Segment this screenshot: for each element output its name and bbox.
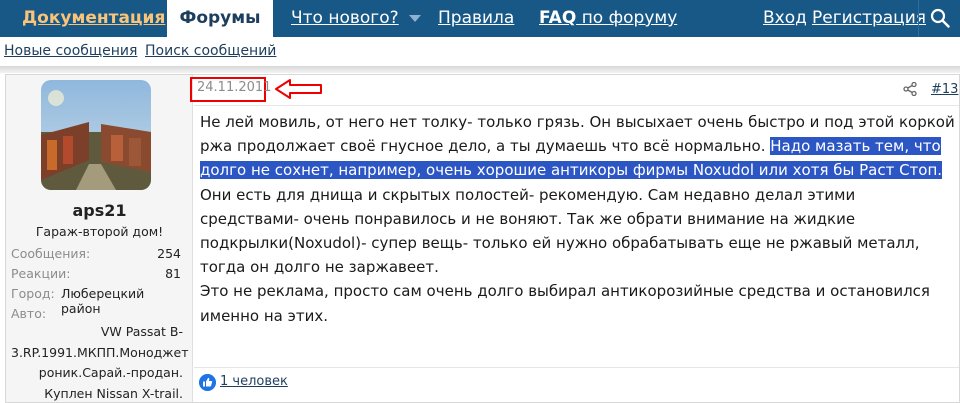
user-info-column: aps21 Гараж-второй дом! Сообщения: 254 Ре…: [6, 75, 193, 402]
stat-city: Город: Люберецкий район: [11, 286, 145, 316]
divider: [194, 105, 959, 106]
post-meta: 24.11.2011 #13: [190, 75, 959, 105]
reactions-link[interactable]: 1 человек: [220, 374, 288, 389]
search-icon[interactable]: [930, 8, 950, 28]
login-link[interactable]: Вход: [763, 0, 807, 37]
top-nav: Документация Форумы Что нового? Правила …: [0, 0, 960, 38]
post-paragraph: Это не реклама, просто сам очень долго в…: [200, 282, 930, 325]
car-info: VW Passat B- 3.RP.1991.МКПП.Моноджет рон…: [11, 324, 189, 401]
avatar[interactable]: [41, 80, 151, 190]
like-icon[interactable]: [199, 374, 216, 391]
divider: [194, 367, 959, 368]
tab-forums[interactable]: Форумы: [167, 0, 273, 38]
user-title: Гараж-второй дом!: [35, 224, 164, 239]
share-icon[interactable]: [903, 82, 917, 96]
post-permalink[interactable]: #13: [931, 82, 958, 97]
username[interactable]: aps21: [6, 201, 193, 220]
tab-documentation[interactable]: Документация: [22, 0, 165, 37]
tab-whats-new-label[interactable]: Что нового?: [291, 8, 399, 28]
nav-divider: [918, 0, 919, 37]
post-date[interactable]: 24.11.2011: [197, 80, 271, 95]
search-posts-link[interactable]: Поиск сообщений: [145, 43, 276, 59]
post-body: Не лей мовиль, от него нет толку- только…: [200, 110, 955, 328]
stat-reactions: Реакции: 81: [11, 266, 181, 281]
forum-post: aps21 Гараж-второй дом! Сообщения: 254 Ре…: [5, 74, 960, 403]
post-paragraph: Не лей мовиль, от него нет толку- только…: [200, 113, 955, 277]
new-posts-link[interactable]: Новые сообщения: [4, 43, 137, 59]
tab-faq[interactable]: FAQ по форуму: [539, 0, 677, 37]
arrow-left-icon: [275, 79, 322, 99]
tab-whats-new[interactable]: Что нового?: [291, 0, 421, 37]
nav-shadow: [0, 67, 960, 73]
tab-rules[interactable]: Правила: [438, 0, 514, 37]
sub-nav: Новые сообщения Поиск сообщений: [0, 37, 960, 67]
stat-messages: Сообщения: 254: [11, 246, 181, 261]
chevron-down-icon[interactable]: [408, 14, 421, 22]
register-link[interactable]: Регистрация: [812, 0, 926, 37]
stat-car: Авто:: [11, 306, 47, 321]
